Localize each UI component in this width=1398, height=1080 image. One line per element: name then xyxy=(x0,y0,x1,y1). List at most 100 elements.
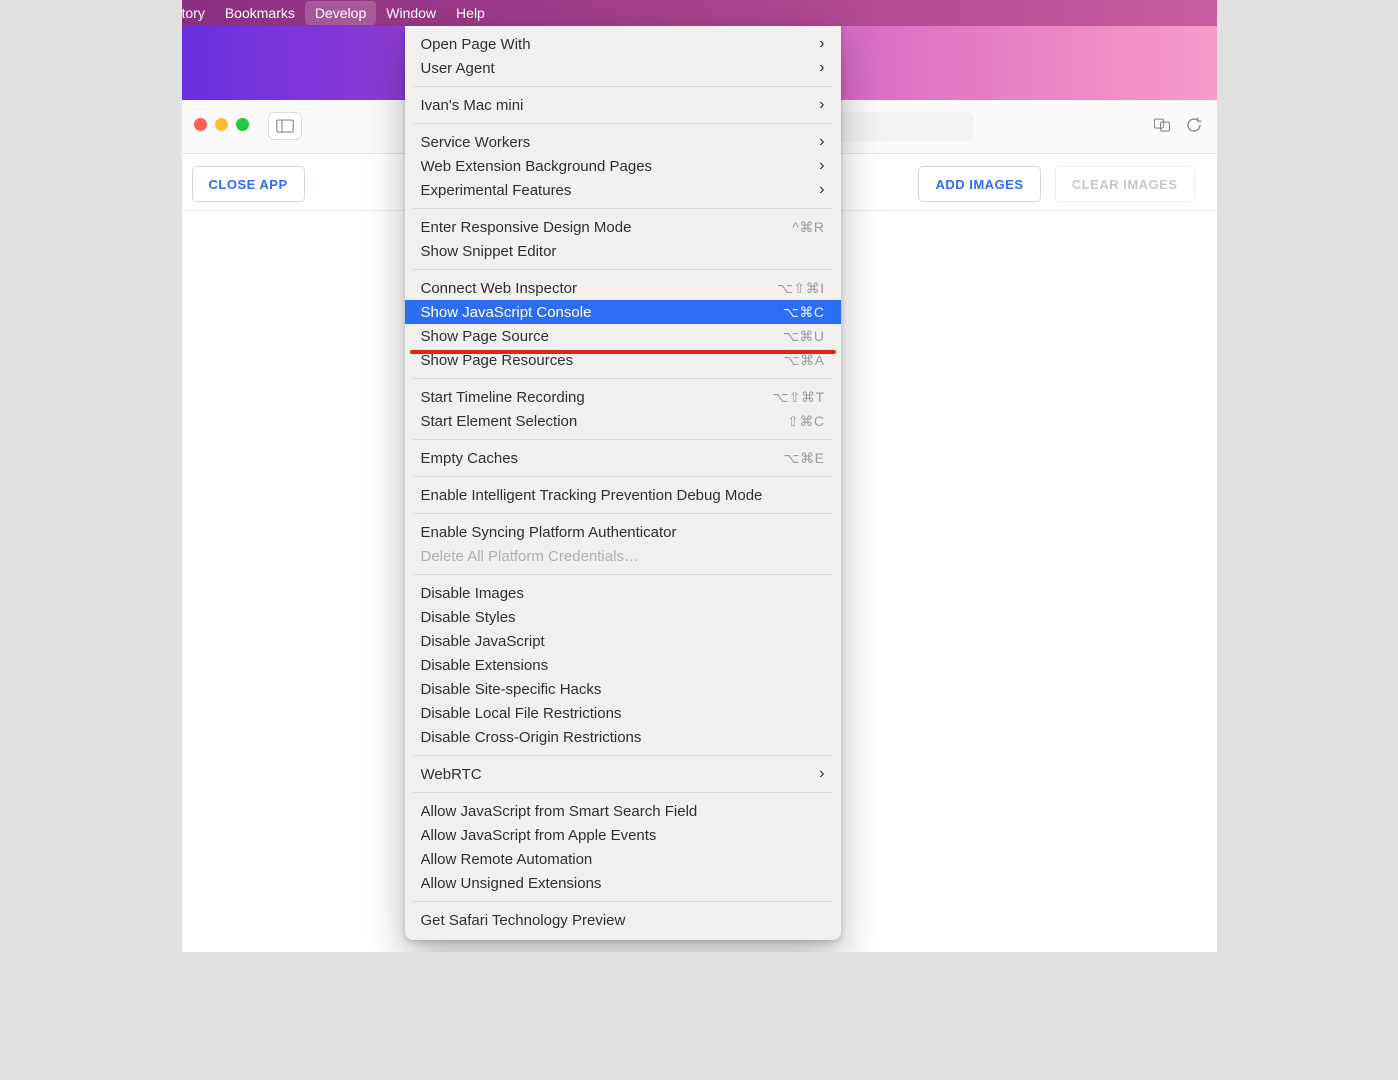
minimize-window-button[interactable] xyxy=(215,118,228,131)
menu-item-disable-local-file-restrictions[interactable]: Disable Local File Restrictions xyxy=(405,701,841,725)
close-window-button[interactable] xyxy=(194,118,207,131)
menu-divider xyxy=(413,269,833,270)
menu-item-shortcut: ⌥⇧⌘I xyxy=(777,280,825,297)
menubar-item-bookmarks[interactable]: Bookmarks xyxy=(215,1,305,25)
menu-divider xyxy=(413,476,833,477)
menu-item-label: Show Page Source xyxy=(421,328,783,345)
menu-item-shortcut: ⌥⇧⌘T xyxy=(772,389,824,406)
menu-item-label: Enable Syncing Platform Authenticator xyxy=(421,524,825,541)
menu-item-shortcut: ⌥⌘C xyxy=(783,304,825,321)
menu-item-label: Allow Unsigned Extensions xyxy=(421,875,825,892)
menu-divider xyxy=(413,208,833,209)
menu-item-disable-styles[interactable]: Disable Styles xyxy=(405,605,841,629)
menu-divider xyxy=(413,439,833,440)
menu-item-label: Show JavaScript Console xyxy=(421,304,783,321)
menu-item-allow-unsigned-extensions[interactable]: Allow Unsigned Extensions xyxy=(405,871,841,895)
menu-item-label: Disable Cross-Origin Restrictions xyxy=(421,729,825,746)
menu-item-enter-responsive-design-mode[interactable]: Enter Responsive Design Mode^⌘R xyxy=(405,215,841,239)
menu-item-enable-intelligent-tracking-prevention-debug-mode[interactable]: Enable Intelligent Tracking Prevention D… xyxy=(405,483,841,507)
close-app-button[interactable]: CLOSE APP xyxy=(192,166,305,202)
menu-divider xyxy=(413,901,833,902)
menu-item-start-timeline-recording[interactable]: Start Timeline Recording⌥⇧⌘T xyxy=(405,385,841,409)
clear-images-button[interactable]: CLEAR IMAGES xyxy=(1055,166,1195,202)
menu-item-disable-extensions[interactable]: Disable Extensions xyxy=(405,653,841,677)
menu-item-open-page-with[interactable]: Open Page With xyxy=(405,32,841,56)
menu-item-disable-cross-origin-restrictions[interactable]: Disable Cross-Origin Restrictions xyxy=(405,725,841,749)
menu-item-label: Enter Responsive Design Mode xyxy=(421,219,793,236)
menu-item-shortcut: ⌥⌘E xyxy=(784,450,825,467)
menu-item-allow-javascript-from-smart-search-field[interactable]: Allow JavaScript from Smart Search Field xyxy=(405,799,841,823)
menu-item-web-extension-background-pages[interactable]: Web Extension Background Pages xyxy=(405,154,841,178)
menu-item-shortcut: ⌥⌘U xyxy=(783,328,825,345)
menu-item-show-snippet-editor[interactable]: Show Snippet Editor xyxy=(405,239,841,263)
menu-item-label: Disable Images xyxy=(421,585,825,602)
add-images-button[interactable]: ADD IMAGES xyxy=(918,166,1040,202)
menu-item-start-element-selection[interactable]: Start Element Selection⇧⌘C xyxy=(405,409,841,433)
menu-item-user-agent[interactable]: User Agent xyxy=(405,56,841,80)
menu-item-allow-remote-automation[interactable]: Allow Remote Automation xyxy=(405,847,841,871)
menubar-item-history[interactable]: tory xyxy=(182,1,215,25)
menu-item-ivan-s-mac-mini[interactable]: Ivan's Mac mini xyxy=(405,93,841,117)
menu-item-label: Disable JavaScript xyxy=(421,633,825,650)
menu-item-get-safari-technology-preview[interactable]: Get Safari Technology Preview xyxy=(405,908,841,932)
menu-item-shortcut: ^⌘R xyxy=(792,219,824,236)
menu-item-delete-all-platform-credentials: Delete All Platform Credentials… xyxy=(405,544,841,568)
menu-divider xyxy=(413,378,833,379)
translate-icon[interactable] xyxy=(1153,116,1171,134)
menu-item-label: Allow JavaScript from Apple Events xyxy=(421,827,825,844)
menu-item-label: Disable Local File Restrictions xyxy=(421,705,825,722)
menu-item-label: Service Workers xyxy=(421,134,820,151)
menu-divider xyxy=(413,755,833,756)
menu-item-label: Ivan's Mac mini xyxy=(421,97,820,114)
menu-item-service-workers[interactable]: Service Workers xyxy=(405,130,841,154)
menu-item-label: Web Extension Background Pages xyxy=(421,158,820,175)
menu-item-label: Disable Styles xyxy=(421,609,825,626)
menu-item-label: Open Page With xyxy=(421,36,820,53)
macos-menubar: tory Bookmarks Develop Window Help xyxy=(182,0,1217,26)
menu-divider xyxy=(413,513,833,514)
menu-item-disable-site-specific-hacks[interactable]: Disable Site-specific Hacks xyxy=(405,677,841,701)
menu-item-shortcut: ⌥⌘A xyxy=(784,352,825,369)
sidebar-icon xyxy=(276,119,294,133)
menu-item-label: Start Timeline Recording xyxy=(421,389,773,406)
menu-divider xyxy=(413,86,833,87)
menu-item-label: Empty Caches xyxy=(421,450,784,467)
menu-item-experimental-features[interactable]: Experimental Features xyxy=(405,178,841,202)
menu-item-disable-javascript[interactable]: Disable JavaScript xyxy=(405,629,841,653)
menu-item-label: Get Safari Technology Preview xyxy=(421,912,825,929)
annotation-underline xyxy=(410,350,836,354)
window-controls xyxy=(194,118,249,131)
menu-item-allow-javascript-from-apple-events[interactable]: Allow JavaScript from Apple Events xyxy=(405,823,841,847)
menu-item-disable-images[interactable]: Disable Images xyxy=(405,581,841,605)
menu-item-connect-web-inspector[interactable]: Connect Web Inspector⌥⇧⌘I xyxy=(405,276,841,300)
menu-item-webrtc[interactable]: WebRTC xyxy=(405,762,841,786)
menu-item-label: Disable Site-specific Hacks xyxy=(421,681,825,698)
menu-item-label: Show Page Resources xyxy=(421,352,784,369)
menubar-item-develop[interactable]: Develop xyxy=(305,1,376,25)
zoom-window-button[interactable] xyxy=(236,118,249,131)
develop-menu[interactable]: Open Page With User Agent Ivan's Mac mini S… xyxy=(405,26,841,940)
menu-divider xyxy=(413,574,833,575)
reload-icon[interactable] xyxy=(1185,116,1203,134)
menu-item-label: Show Snippet Editor xyxy=(421,243,825,260)
menu-item-show-page-source[interactable]: Show Page Source⌥⌘U xyxy=(405,324,841,348)
menu-item-label: Disable Extensions xyxy=(421,657,825,674)
menu-item-label: Allow JavaScript from Smart Search Field xyxy=(421,803,825,820)
menu-item-label: Delete All Platform Credentials… xyxy=(421,548,825,565)
menu-item-show-javascript-console[interactable]: Show JavaScript Console⌥⌘C xyxy=(405,300,841,324)
sidebar-toggle-button[interactable] xyxy=(268,112,302,140)
menu-item-enable-syncing-platform-authenticator[interactable]: Enable Syncing Platform Authenticator xyxy=(405,520,841,544)
menu-item-label: Start Element Selection xyxy=(421,413,788,430)
menu-item-label: User Agent xyxy=(421,60,820,77)
menu-item-label: Allow Remote Automation xyxy=(421,851,825,868)
menu-item-label: Enable Intelligent Tracking Prevention D… xyxy=(421,487,825,504)
menu-item-label: Experimental Features xyxy=(421,182,820,199)
menu-item-label: WebRTC xyxy=(421,766,820,783)
menu-item-shortcut: ⇧⌘C xyxy=(787,413,824,430)
menu-divider xyxy=(413,123,833,124)
menu-item-label: Connect Web Inspector xyxy=(421,280,777,297)
menubar-item-window[interactable]: Window xyxy=(376,1,446,25)
menu-divider xyxy=(413,792,833,793)
menu-item-empty-caches[interactable]: Empty Caches⌥⌘E xyxy=(405,446,841,470)
menubar-item-help[interactable]: Help xyxy=(446,1,495,25)
